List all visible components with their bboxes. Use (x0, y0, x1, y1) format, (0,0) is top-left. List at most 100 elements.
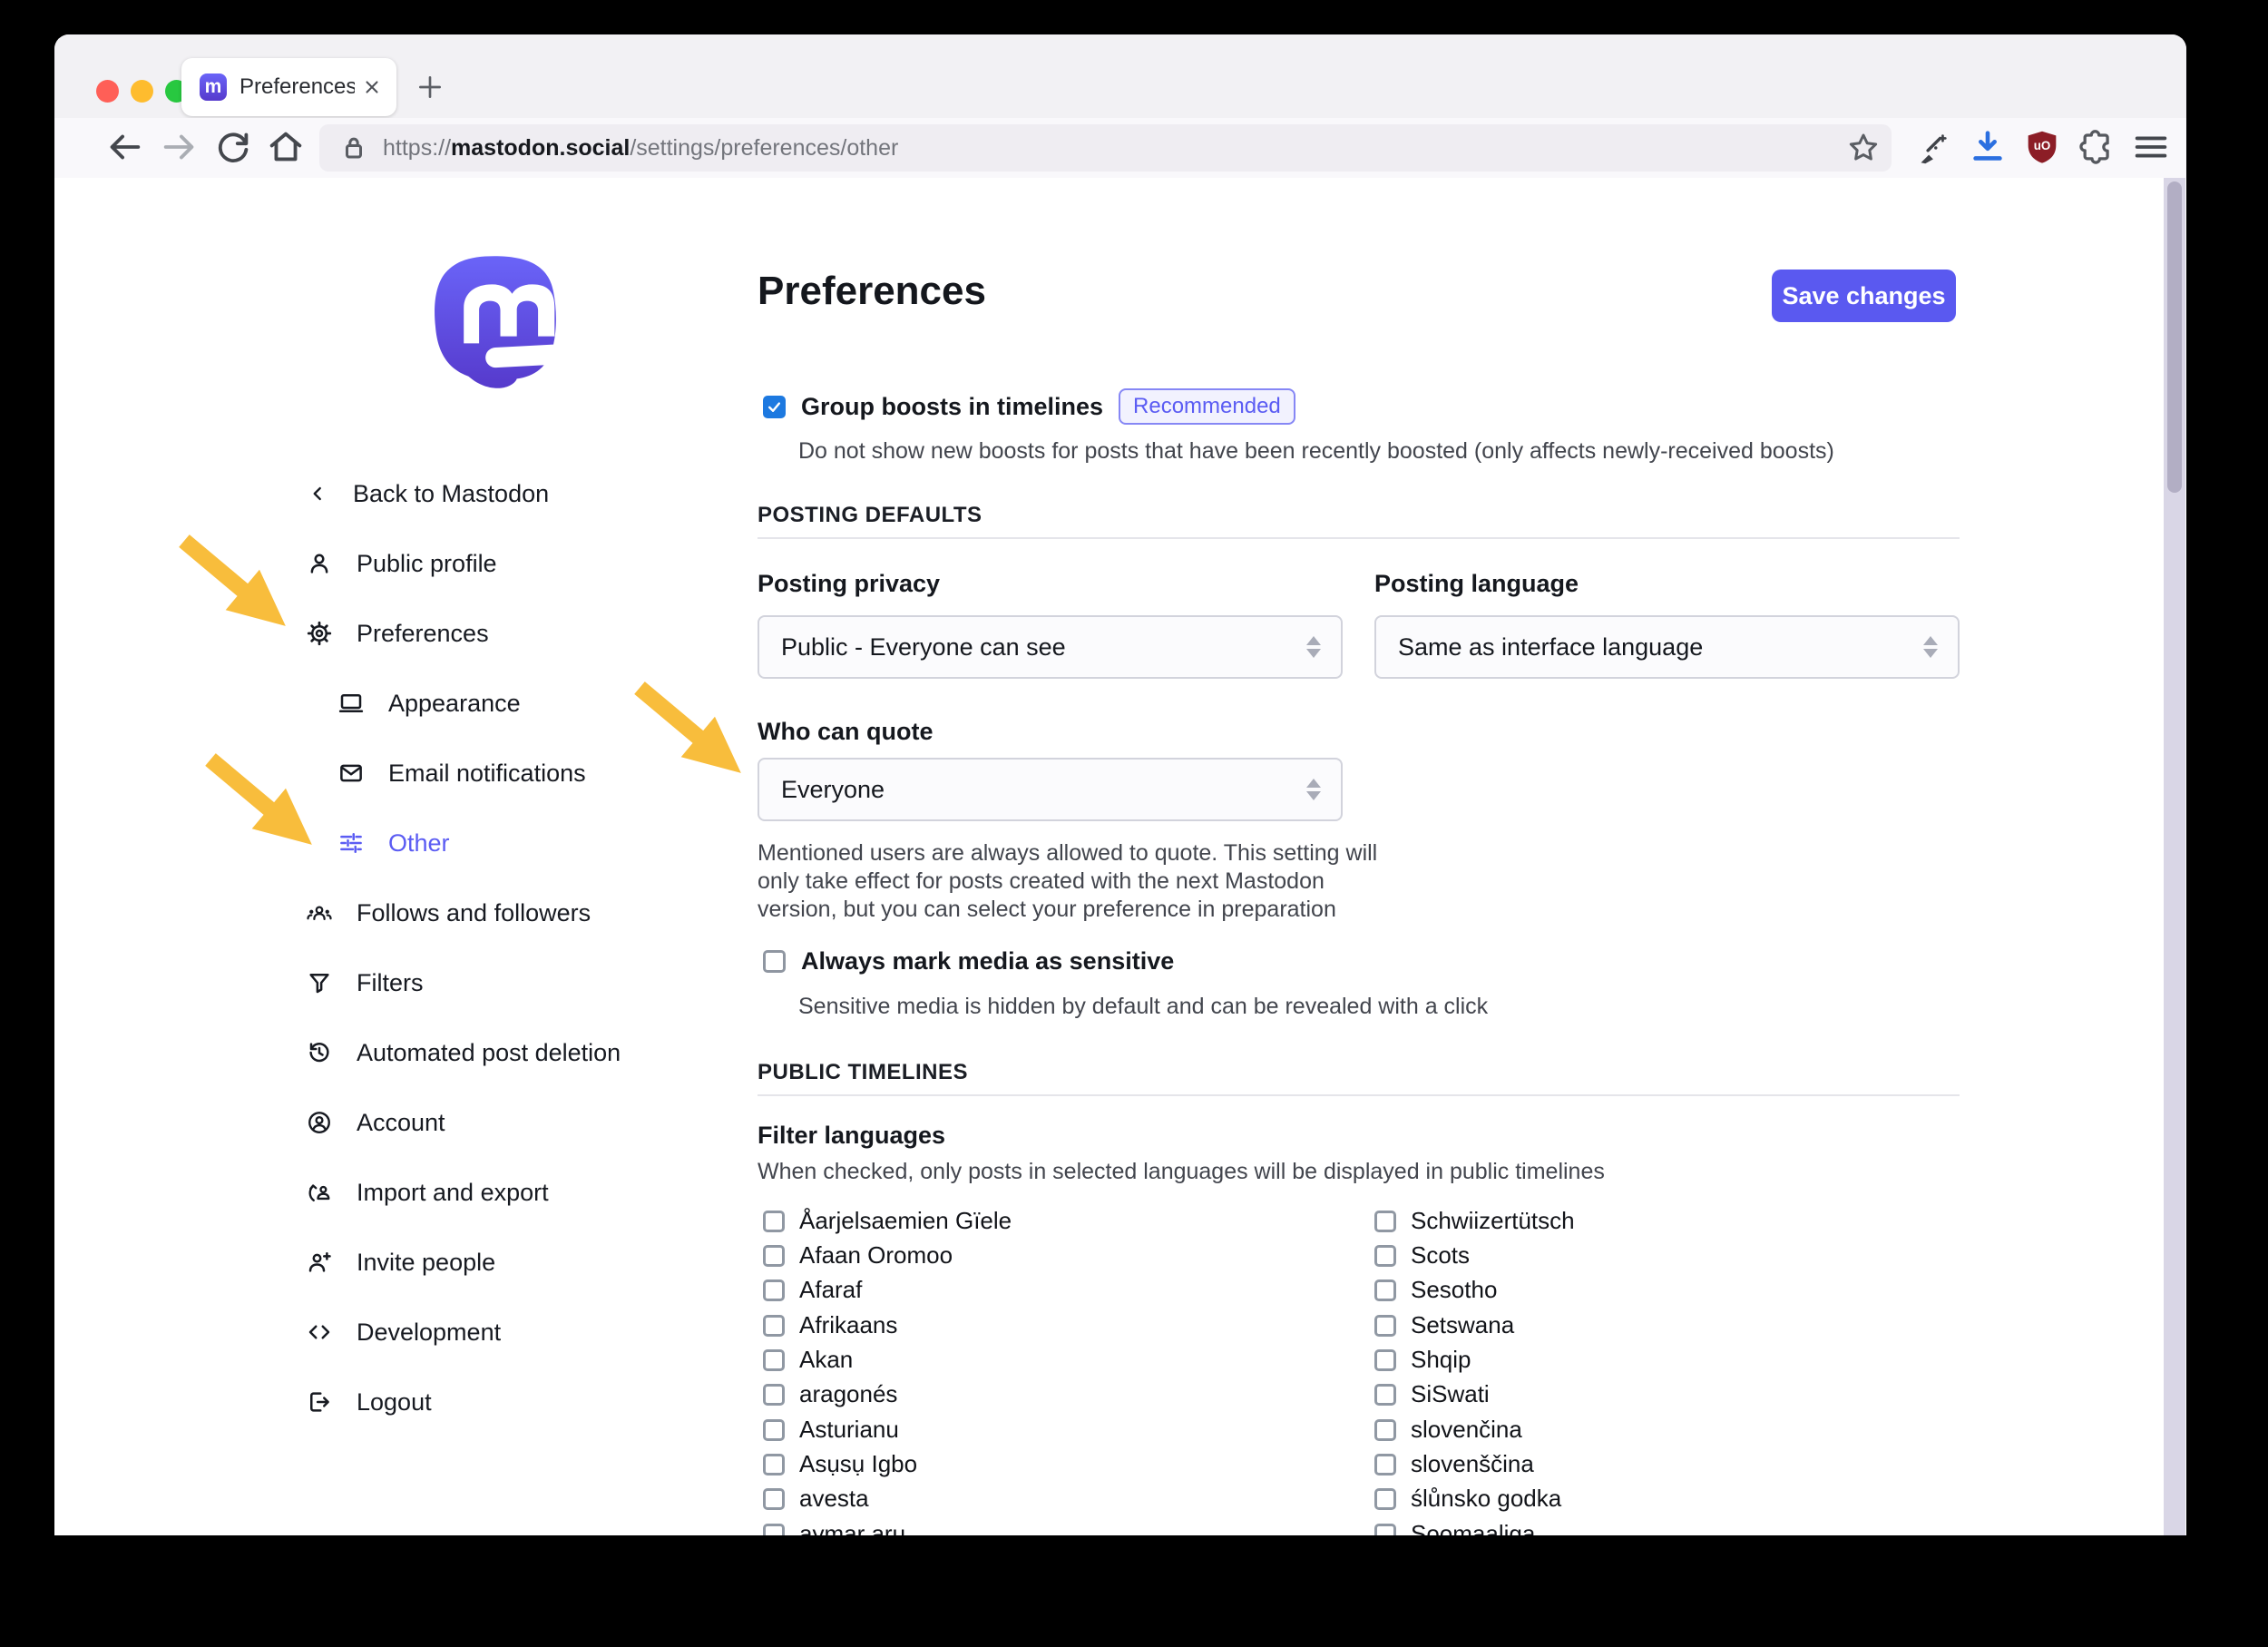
language-row[interactable]: Åarjelsaemien Gïele (763, 1207, 1012, 1235)
posting-defaults-heading: POSTING DEFAULTS (758, 503, 982, 528)
language-row[interactable]: Afaraf (763, 1276, 862, 1304)
language-label: Asturianu (799, 1416, 899, 1444)
url-scheme: https:// (383, 135, 451, 161)
language-checkbox[interactable] (763, 1279, 785, 1301)
language-row[interactable]: SiSwati (1374, 1380, 1490, 1408)
sidebar-item-account[interactable]: Account (306, 1103, 445, 1142)
language-checkbox[interactable] (763, 1211, 785, 1232)
minimize-window-button[interactable] (131, 80, 153, 103)
save-changes-button[interactable]: Save changes (1772, 270, 1956, 322)
language-row[interactable]: slovenčina (1374, 1416, 1522, 1444)
group-boosts-checkbox[interactable] (763, 396, 786, 418)
sensitive-checkbox[interactable] (763, 950, 786, 973)
select-arrows-icon (1306, 636, 1321, 658)
language-checkbox[interactable] (763, 1384, 785, 1406)
language-label: Sesotho (1411, 1276, 1497, 1304)
language-checkbox[interactable] (1374, 1211, 1396, 1232)
page-content: Back to Mastodon Public profile (54, 178, 2186, 1535)
language-label: Scots (1411, 1241, 1470, 1270)
sidebar-item-invite-people[interactable]: Invite people (306, 1242, 495, 1282)
language-row[interactable]: Scots (1374, 1241, 1470, 1270)
language-row[interactable]: aymar aru (763, 1520, 905, 1535)
group-boosts-row[interactable]: Group boosts in timelines Recommended (763, 388, 1295, 425)
posting-language-value: Same as interface language (1398, 633, 1923, 662)
language-checkbox[interactable] (1374, 1245, 1396, 1267)
language-label: Afaan Oromoo (799, 1241, 953, 1270)
sidebar-back-to-mastodon[interactable]: Back to Mastodon (306, 474, 549, 514)
language-row[interactable]: avesta (763, 1485, 869, 1513)
person-add-icon (306, 1249, 333, 1276)
scrollbar-thumb[interactable] (2167, 181, 2182, 493)
svg-text:uO: uO (2034, 139, 2051, 152)
sidebar-item-other[interactable]: Other (337, 823, 450, 863)
browser-tab[interactable]: m Preferences - Mastodon (181, 58, 396, 116)
extensions-puzzle-icon[interactable] (2076, 126, 2117, 168)
people-icon (306, 899, 333, 926)
sidebar-item-email-notifications[interactable]: Email notifications (337, 753, 586, 793)
sidebar-item-appearance[interactable]: Appearance (337, 683, 521, 723)
language-row[interactable]: Setswana (1374, 1311, 1514, 1339)
url-bar[interactable]: https://mastodon.social/settings/prefere… (319, 124, 1892, 172)
sidebar-item-logout[interactable]: Logout (306, 1382, 432, 1422)
sidebar-item-follows-and-followers[interactable]: Follows and followers (306, 893, 591, 933)
language-checkbox[interactable] (1374, 1454, 1396, 1475)
sidebar-item-import-and-export[interactable]: Import and export (306, 1172, 549, 1212)
language-checkbox[interactable] (1374, 1349, 1396, 1371)
back-icon[interactable] (103, 126, 145, 168)
page-scrollbar[interactable] (2164, 178, 2185, 1535)
home-icon[interactable] (265, 126, 307, 168)
language-checkbox[interactable] (1374, 1384, 1396, 1406)
posting-language-select[interactable]: Same as interface language (1374, 615, 1960, 679)
language-checkbox[interactable] (1374, 1488, 1396, 1510)
language-row[interactable]: Asụsụ Igbo (763, 1450, 917, 1478)
menu-hamburger-icon[interactable] (2130, 126, 2172, 168)
language-row[interactable]: Afrikaans (763, 1311, 897, 1339)
clear-history-broom-icon[interactable] (1911, 126, 1952, 168)
language-checkbox[interactable] (763, 1419, 785, 1441)
sidebar-item-filters[interactable]: Filters (306, 963, 424, 1003)
forward-icon[interactable] (159, 126, 200, 168)
code-icon (306, 1319, 333, 1346)
who-can-quote-label: Who can quote (758, 718, 933, 746)
language-checkbox[interactable] (763, 1245, 785, 1267)
posting-privacy-select[interactable]: Public - Everyone can see (758, 615, 1343, 679)
tab-close-icon[interactable] (362, 77, 382, 97)
bookmark-star-icon[interactable] (1844, 129, 1882, 167)
sidebar-item-development[interactable]: Development (306, 1312, 501, 1352)
sidebar-item-preferences[interactable]: Preferences (306, 613, 489, 653)
sidebar-item-public-profile[interactable]: Public profile (306, 544, 497, 583)
language-checkbox[interactable] (1374, 1315, 1396, 1337)
language-checkbox[interactable] (763, 1454, 785, 1475)
language-checkbox[interactable] (763, 1488, 785, 1510)
language-checkbox[interactable] (763, 1524, 785, 1536)
sidebar-item-label: Preferences (357, 620, 489, 648)
language-row[interactable]: Schwiizertütsch (1374, 1207, 1575, 1235)
history-icon (306, 1039, 333, 1066)
language-row[interactable]: Afaan Oromoo (763, 1241, 953, 1270)
language-checkbox[interactable] (763, 1315, 785, 1337)
language-row[interactable]: aragonés (763, 1380, 897, 1408)
language-row[interactable]: ślůnsko godka (1374, 1485, 1561, 1513)
language-row[interactable]: Soomaaliga (1374, 1520, 1535, 1535)
section-divider (758, 537, 1960, 539)
language-row[interactable]: Asturianu (763, 1416, 899, 1444)
language-checkbox[interactable] (1374, 1419, 1396, 1441)
new-tab-button[interactable] (415, 73, 445, 102)
sidebar-item-automated-post-deletion[interactable]: Automated post deletion (306, 1033, 621, 1073)
gear-icon (306, 620, 333, 647)
language-row[interactable]: slovenščina (1374, 1450, 1534, 1478)
mail-icon (337, 760, 365, 787)
language-label: Afaraf (799, 1276, 862, 1304)
language-checkbox[interactable] (1374, 1524, 1396, 1536)
sensitive-row[interactable]: Always mark media as sensitive (763, 947, 1174, 975)
who-can-quote-select[interactable]: Everyone (758, 758, 1343, 821)
language-checkbox[interactable] (763, 1349, 785, 1371)
language-row[interactable]: Akan (763, 1346, 853, 1374)
downloads-icon[interactable] (1967, 126, 2009, 168)
reload-icon[interactable] (212, 126, 254, 168)
close-window-button[interactable] (96, 80, 119, 103)
ublock-shield-icon[interactable]: uO (2021, 126, 2063, 168)
language-row[interactable]: Sesotho (1374, 1276, 1497, 1304)
language-checkbox[interactable] (1374, 1279, 1396, 1301)
language-row[interactable]: Shqip (1374, 1346, 1471, 1374)
